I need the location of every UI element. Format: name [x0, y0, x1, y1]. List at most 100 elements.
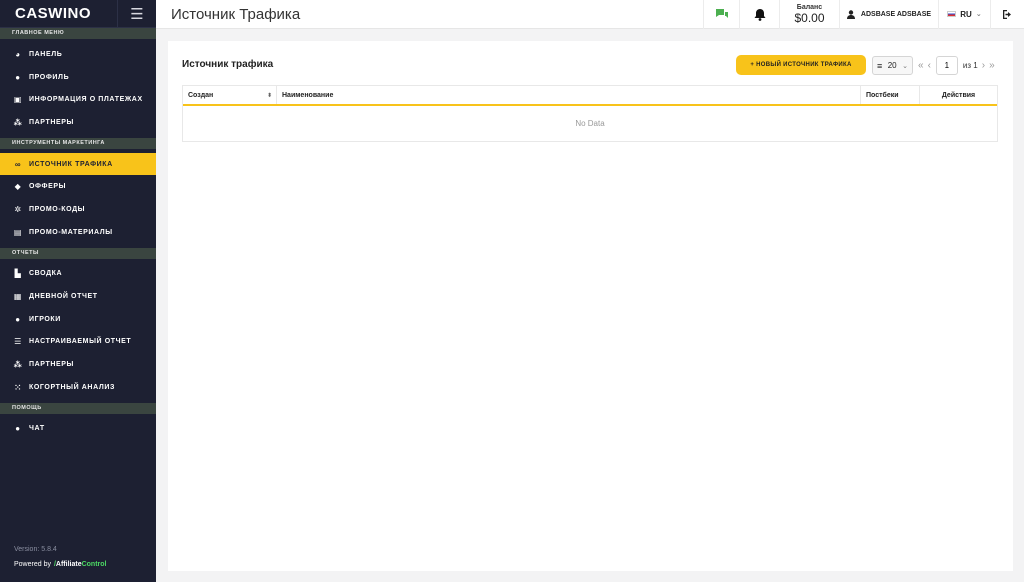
tag-icon: ◆ — [14, 182, 22, 192]
sidebar-item[interactable]: ● ЧАТ — [0, 418, 156, 441]
new-traffic-source-button[interactable]: + НОВЫЙ ИСТОЧНИК ТРАФИКА — [736, 55, 866, 75]
affiliate-control-logo[interactable]: /AffiliateControl — [54, 561, 107, 568]
powered-by-label: Powered by — [14, 561, 51, 568]
logout-button[interactable] — [990, 0, 1024, 29]
column-name: Наименование — [277, 86, 861, 104]
sidebar-item-label: ИНФОРМАЦИЯ О ПЛАТЕЖАХ — [29, 96, 143, 104]
user-icon — [846, 9, 855, 19]
next-page-icon[interactable]: › — [981, 60, 986, 71]
calendar-icon: ▦ — [13, 292, 23, 302]
sidebar-item[interactable]: ▣ ИНФОРМАЦИЯ О ПЛАТЕЖАХ — [0, 88, 156, 111]
user-name: ADSBASE ADSBASE — [860, 10, 932, 18]
sidebar-item-label: ОФФЕРЫ — [29, 183, 67, 191]
sidebar-item-label: СВОДКА — [29, 270, 63, 278]
powered-brand-2: Control — [81, 561, 107, 568]
last-page-icon[interactable]: » — [988, 60, 996, 71]
sidebar-item-label: ПРОМО-МАТЕРИАЛЫ — [29, 228, 113, 236]
sidebar-item[interactable]: ⁂ ПАРТНЕРЫ — [0, 353, 156, 376]
sidebar-item-label: ДНЕВНОЙ ОТЧЕТ — [29, 293, 98, 301]
pagination: « ‹ из 1 › » — [917, 56, 996, 75]
sliders-icon: ☰ — [14, 337, 22, 347]
card-title: Источник трафика — [182, 59, 274, 70]
sidebar-section-title: ИНСТРУМЕНТЫ МАРКЕТИНГА — [0, 137, 156, 149]
logo[interactable]: CASWINO — [0, 0, 117, 28]
sidebar-item-label: ПРОМО-КОДЫ — [29, 205, 86, 213]
user-icon: ● — [15, 72, 21, 82]
sidebar-item-label: ПРОФИЛЬ — [29, 73, 70, 81]
balance-widget: Баланс $0.00 — [779, 0, 839, 29]
column-postbacks: Постбеки — [861, 86, 920, 104]
powered-by: Powered by /AffiliateControl — [14, 561, 106, 568]
sidebar-item-label: ИСТОЧНИК ТРАФИКА — [29, 160, 113, 168]
money-icon: ▣ — [13, 95, 23, 105]
sidebar-item-label: КОГОРТНЫЙ АНАЛИЗ — [29, 383, 115, 391]
chart-icon: ▙ — [14, 269, 22, 279]
sidebar-item[interactable]: ∞ ИСТОЧНИК ТРАФИКА — [0, 152, 156, 176]
sidebar-item-label: ИГРОКИ — [29, 315, 61, 323]
sidebar-item[interactable]: ◕ ПАНЕЛЬ — [0, 43, 156, 66]
balance-label: Баланс — [796, 3, 823, 11]
chat-icon — [715, 9, 728, 18]
user-menu[interactable]: ADSBASE ADSBASE — [839, 0, 938, 29]
column-created[interactable]: Создан ⬍ — [183, 86, 277, 104]
sidebar-section-title: ГЛАВНОЕ МЕНЮ — [0, 28, 156, 39]
chat-button[interactable] — [703, 0, 739, 29]
russia-flag-icon — [947, 11, 957, 17]
language-code: RU — [960, 9, 972, 19]
balance-value: $0.00 — [794, 10, 825, 25]
group-icon: ⁙ — [14, 382, 22, 392]
sidebar-item-label: ПАРТНЕРЫ — [29, 118, 74, 126]
sidebar-item[interactable]: ▦ ДНЕВНОЙ ОТЧЕТ — [0, 285, 156, 308]
prev-page-icon[interactable]: ‹ — [927, 60, 932, 71]
sort-icon[interactable]: ⬍ — [267, 92, 272, 99]
sidebar-section-menu: ∞ ИСТОЧНИК ТРАФИКА ◆ ОФФЕРЫ ✲ ПРОМО-КОДЫ ▤ ПРОМ… — [0, 149, 156, 248]
list-icon: ≡ — [877, 60, 883, 71]
sidebar-section-menu: ▙ СВОДКА ▦ ДНЕВНОЙ ОТЧЕТ ● ИГРОКИ ☰ НАСТРАИВАЕМ… — [0, 259, 156, 403]
sidebar-menu: ГЛАВНОЕ МЕНЮ ◕ ПАНЕЛЬ ● ПРОФИЛЬ ▣ ИНФОРМАЦИЯ О… — [0, 28, 156, 444]
user-icon: ● — [15, 314, 21, 324]
page-number-input[interactable] — [935, 56, 958, 75]
sidebar-item[interactable]: ✲ ПРОМО-КОДЫ — [0, 198, 156, 221]
notifications-button[interactable] — [739, 0, 779, 29]
brand-bar: CASWINO ☰ — [0, 0, 156, 28]
column-postbacks-label: Постбеки — [866, 91, 899, 99]
sidebar-item[interactable]: ▙ СВОДКА — [0, 263, 156, 286]
sidebar-item-label: ЧАТ — [29, 425, 45, 433]
sidebar-item-label: НАСТРАИВАЕМЫЙ ОТЧЕТ — [29, 338, 132, 346]
images-icon: ▤ — [13, 227, 23, 237]
sidebar: CASWINO ☰ ГЛАВНОЕ МЕНЮ ◕ ПАНЕЛЬ ● ПРОФИЛЬ ▣ ИН… — [0, 0, 156, 582]
sidebar-item[interactable]: ▤ ПРОМО-МАТЕРИАЛЫ — [0, 221, 156, 244]
page-size-select[interactable]: ≡ 20 ⌄ — [872, 56, 913, 75]
sidebar-item[interactable]: ● ПРОФИЛЬ — [0, 66, 156, 89]
chat-icon: ● — [15, 424, 21, 434]
column-actions: Действия — [920, 86, 997, 104]
sidebar-section-title: ПОМОЩЬ — [0, 402, 156, 414]
sidebar-item[interactable]: ● ИГРОКИ — [0, 308, 156, 331]
sidebar-section-title: ОТЧЕТЫ — [0, 247, 156, 259]
promo-icon: ✲ — [14, 204, 22, 214]
content-card: Источник трафика + НОВЫЙ ИСТОЧНИК ТРАФИК… — [168, 41, 1013, 571]
sidebar-item[interactable]: ⁙ КОГОРТНЫЙ АНАЛИЗ — [0, 376, 156, 399]
language-selector[interactable]: RU ⌄ — [938, 0, 990, 29]
page-total: из 1 — [962, 61, 978, 70]
traffic-source-table: Создан ⬍ Наименование Постбеки Действия … — [182, 85, 998, 142]
logout-icon — [1003, 9, 1011, 19]
empty-state: No Data — [575, 119, 605, 128]
sidebar-item[interactable]: ◆ ОФФЕРЫ — [0, 175, 156, 198]
sidebar-section-menu: ● ЧАТ — [0, 414, 156, 445]
powered-brand-1: Affiliate — [55, 561, 82, 568]
hamburger-icon[interactable]: ☰ — [117, 0, 156, 28]
sidebar-item[interactable]: ☰ НАСТРАИВАЕМЫЙ ОТЧЕТ — [0, 331, 156, 354]
sidebar-item[interactable]: ⁂ ПАРТНЕРЫ — [0, 111, 156, 134]
link-icon: ∞ — [14, 159, 22, 169]
dashboard-icon: ◕ — [15, 49, 21, 59]
chevron-down-icon: ⌄ — [902, 62, 908, 70]
page-size-value: 20 — [887, 61, 897, 70]
page-title: Источник Трафика — [171, 5, 301, 23]
chevron-down-icon: ⌄ — [975, 11, 982, 18]
sidebar-item-label: ПАРТНЕРЫ — [29, 361, 74, 369]
sidebar-item-label: ПАНЕЛЬ — [29, 50, 63, 58]
first-page-icon[interactable]: « — [917, 60, 925, 71]
table-header: Создан ⬍ Наименование Постбеки Действия — [183, 86, 997, 106]
users-icon: ⁂ — [13, 360, 23, 370]
